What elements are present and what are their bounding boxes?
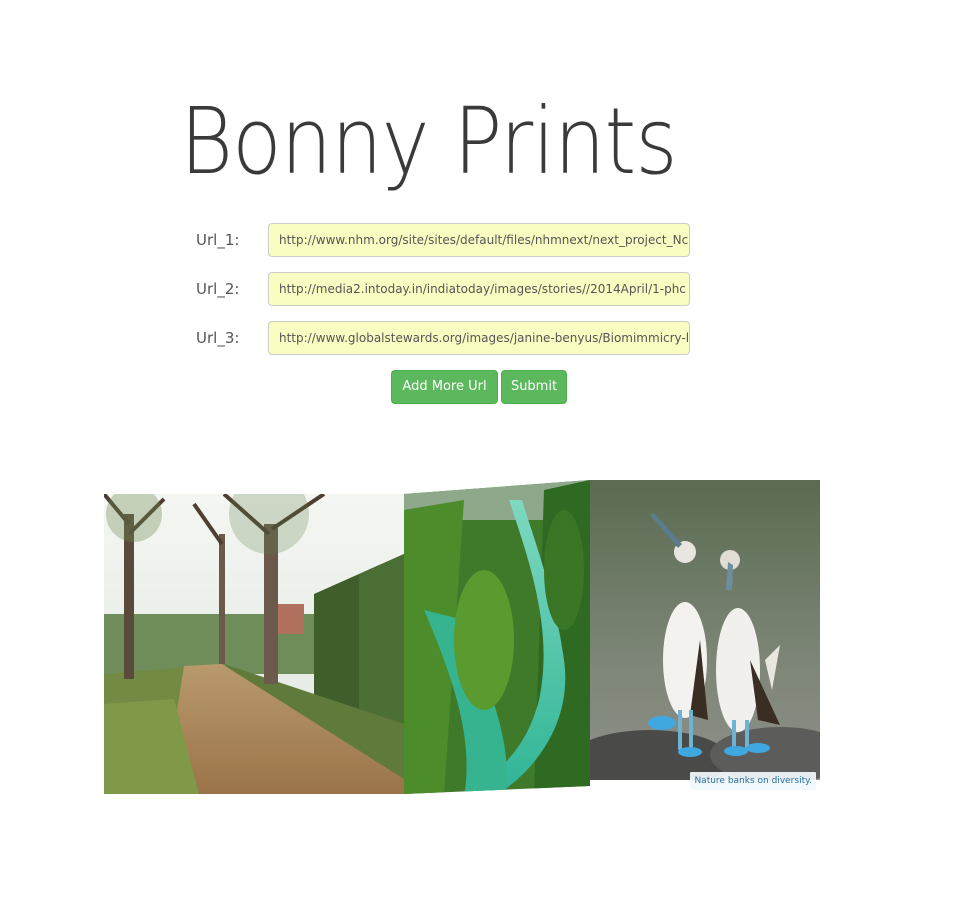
url-row-2: Url_2: http://media2.intoday.in/indiatod… — [196, 272, 696, 306]
page: Bonny Prints Url_1: http://www.nhm.org/s… — [0, 0, 955, 919]
url-row-1: Url_1: http://www.nhm.org/site/sites/def… — [196, 223, 696, 257]
add-more-url-button[interactable]: Add More Url — [391, 370, 498, 404]
url-2-input[interactable]: http://media2.intoday.in/indiatoday/imag… — [268, 272, 690, 306]
photo-park-path — [104, 494, 404, 794]
photo-river-gorge — [404, 480, 590, 794]
url-row-3: Url_3: http://www.globalstewards.org/ima… — [196, 321, 696, 355]
page-title: Bonny Prints — [180, 96, 744, 188]
url-1-input[interactable]: http://www.nhm.org/site/sites/default/fi… — [268, 223, 690, 257]
photo-blue-footed-boobies — [590, 480, 820, 780]
url-2-label: Url_2: — [196, 280, 240, 298]
photo-caption: Nature banks on diversity. — [690, 772, 816, 790]
url-3-input[interactable]: http://www.globalstewards.org/images/jan… — [268, 321, 690, 355]
url-3-label: Url_3: — [196, 329, 240, 347]
photo-gallery: Nature banks on diversity. — [104, 480, 820, 796]
page-title-text: Bonny Prints — [180, 88, 678, 195]
submit-button[interactable]: Submit — [501, 370, 567, 404]
url-1-label: Url_1: — [196, 231, 240, 249]
